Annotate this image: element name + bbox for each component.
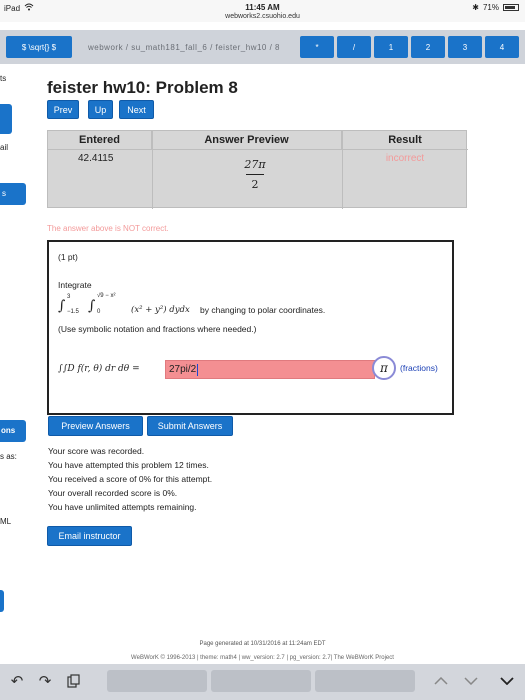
method-text: by changing to polar coordinates. [200, 305, 326, 315]
instruction-text: Integrate [58, 280, 92, 290]
preview-answers-button[interactable]: Preview Answers [48, 416, 143, 436]
text-cursor [197, 363, 199, 376]
column-header-preview: Answer Preview [152, 131, 342, 149]
digit-2-key[interactable]: 2 [411, 36, 445, 58]
points-label: (1 pt) [58, 252, 78, 262]
score-message: Your score was recorded. [48, 446, 145, 456]
chevron-up-icon[interactable] [432, 672, 450, 690]
math-keyboard-bar: $ \sqrt{} $ webwork / su_math181_fall_6 … [0, 30, 525, 64]
score-message: Your overall recorded score is 0%. [48, 488, 178, 498]
keyboard-suggestion[interactable] [211, 670, 311, 692]
page-generated-note: Page generated at 10/31/2016 at 11:24am … [199, 641, 326, 647]
score-message: You have attempted this problem 12 times… [48, 460, 209, 470]
column-header-entered: Entered [48, 131, 152, 149]
outer-lower-limit: −1.5 [67, 309, 79, 315]
keyboard-toolbar: ↶ ↷ [0, 664, 525, 700]
feedback-message: The answer above is NOT correct. [47, 224, 169, 233]
digit-3-key[interactable]: 3 [448, 36, 482, 58]
undo-icon[interactable]: ↶ [8, 672, 26, 690]
column-header-result: Result [388, 134, 422, 146]
integral-expression: ∫ 3 −1.5 ∫ √9 − x² 0 (x² + y²) dydx by c… [58, 293, 326, 315]
status-time: 11:45 AM [245, 3, 280, 12]
credits-line: WeBWorK © 1996-2013 | theme: math4 | ww_… [131, 655, 394, 661]
sidebar-button[interactable]: s [0, 183, 26, 205]
submit-answers-button[interactable]: Submit Answers [147, 416, 233, 436]
inner-lower-limit: 0 [97, 309, 101, 315]
keyboard-suggestion[interactable] [107, 670, 207, 692]
sidebar-label: ail [0, 143, 9, 152]
prev-button[interactable]: Prev [47, 100, 79, 119]
browser-page: iPad 11:45 AM webworks2.csuohio.edu ✱ 71… [0, 0, 525, 700]
integrand: (x² + y²) dydx [131, 305, 190, 315]
score-message: You have unlimited attempts remaining. [48, 502, 197, 512]
bluetooth-icon: ✱ [472, 3, 479, 12]
sqrt-key[interactable]: $ \sqrt{} $ [6, 36, 72, 58]
answer-value: 27pi/2 [169, 364, 197, 375]
entered-value: 42.4115 [78, 153, 114, 164]
multiply-key[interactable]: * [300, 36, 334, 58]
sidebar-label: ML [0, 517, 12, 526]
answer-input[interactable]: 27pi/2 [165, 360, 375, 379]
pi-button[interactable]: π [372, 356, 396, 380]
paste-icon[interactable] [64, 672, 82, 690]
divide-key[interactable]: / [337, 36, 371, 58]
redo-icon[interactable]: ↷ [36, 672, 54, 690]
next-button[interactable]: Next [119, 100, 154, 119]
sidebar-button[interactable] [0, 104, 12, 134]
battery-icon [503, 4, 519, 11]
sidebar-label: ts [0, 74, 7, 83]
chevron-down-icon[interactable] [462, 672, 480, 690]
address-bar[interactable]: webworks2.csuohio.edu [0, 13, 525, 20]
answer-preview: 27π 2 [244, 158, 266, 191]
result-value: incorrect [385, 153, 425, 164]
sidebar-button[interactable]: ons [0, 420, 26, 442]
digit-4-key[interactable]: 4 [485, 36, 519, 58]
answer-label: ∫∫D f(r, θ) dr dθ = [58, 364, 140, 374]
sidebar-label: s as: [0, 452, 17, 461]
problem-box: (1 pt) Integrate ∫ 3 −1.5 ∫ √9 − x² 0 (x… [47, 240, 454, 415]
digit-1-key[interactable]: 1 [374, 36, 408, 58]
breadcrumb-path: webwork / su_math181_fall_6 / feister_hw… [88, 43, 280, 52]
battery-percent: 71% [482, 3, 499, 12]
hint-text: (Use symbolic notation and fractions whe… [58, 324, 257, 334]
outer-upper-limit: 3 [67, 294, 71, 300]
sidebar-button[interactable] [0, 590, 4, 612]
keyboard-suggestion[interactable] [315, 670, 415, 692]
email-instructor-button[interactable]: Email instructor [47, 526, 132, 546]
fractions-link[interactable]: (fractions) [400, 363, 438, 373]
score-message: You received a score of 0% for this atte… [48, 474, 213, 484]
status-bar: iPad 11:45 AM webworks2.csuohio.edu ✱ 71… [0, 0, 525, 22]
hide-keyboard-icon[interactable] [498, 672, 516, 690]
page-title: feister hw10: Problem 8 [47, 78, 238, 97]
inner-upper-limit: √9 − x² [97, 293, 116, 299]
up-button[interactable]: Up [88, 100, 113, 119]
